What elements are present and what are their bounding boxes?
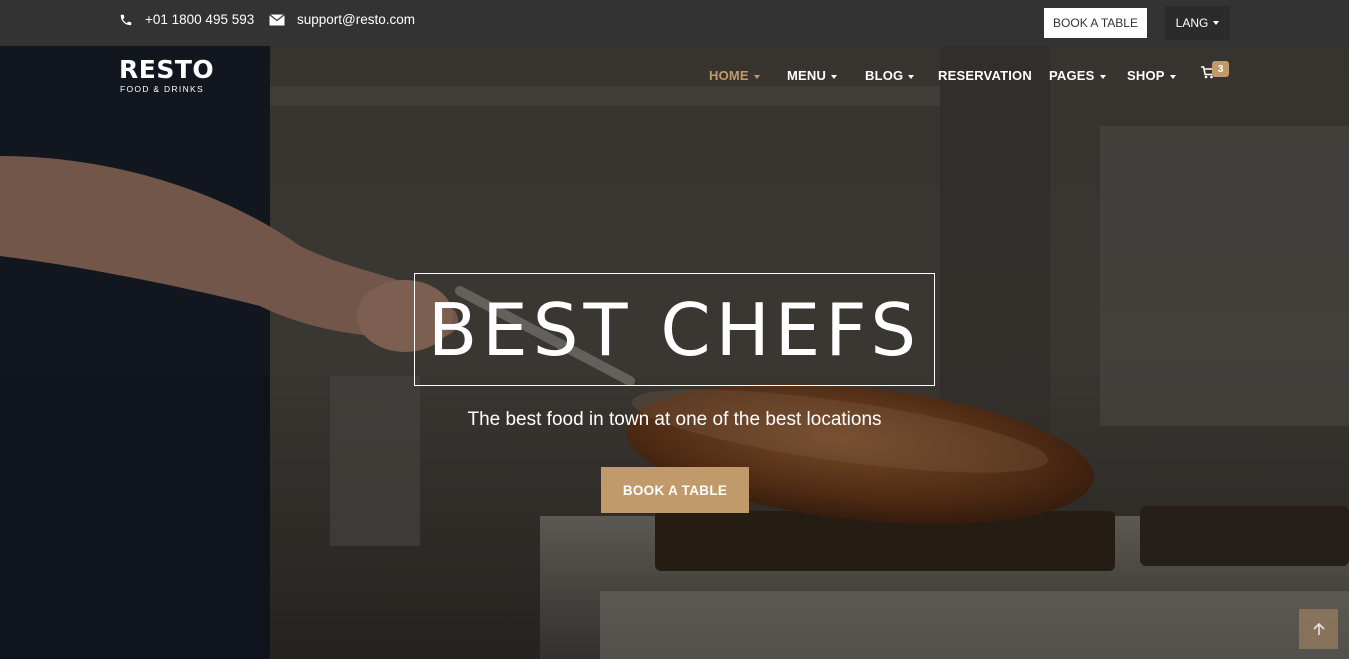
main-nav: HOME MENU BLOG RESERVATION PAGES SHOP <box>0 68 1349 88</box>
arrow-up-icon <box>1312 622 1325 635</box>
hero-subline: The best food in town at one of the best… <box>467 409 882 430</box>
phone-number: +01 1800 495 593 <box>145 12 255 27</box>
hero-book-table-label: BOOK A TABLE <box>622 482 728 498</box>
language-dropdown[interactable]: LANG <box>1165 6 1230 40</box>
nav-item-menu[interactable]: MENU <box>787 68 838 83</box>
envelope-icon <box>269 13 285 25</box>
nav-item-pages[interactable]: PAGES <box>1049 68 1106 83</box>
scroll-to-top-button[interactable] <box>1299 609 1338 649</box>
top-bar: +01 1800 495 593 support@resto.com BOOK … <box>0 0 1349 46</box>
hero-book-table-button[interactable]: BOOK A TABLE <box>601 467 749 513</box>
nav-item-blog[interactable]: BLOG <box>865 68 915 83</box>
nav-item-reservation[interactable]: RESERVATION <box>938 68 1032 83</box>
nav-item-label: SHOP <box>1127 68 1165 83</box>
nav-item-label: RESERVATION <box>938 68 1032 83</box>
email-address: support@resto.com <box>297 12 415 27</box>
hero-section: RESTO FOOD & DRINKS HOME MENU BLOG RESER… <box>0 46 1349 659</box>
language-label: LANG <box>1175 16 1209 30</box>
nav-item-shop[interactable]: SHOP <box>1127 68 1176 83</box>
topbar-book-table-button[interactable]: BOOK A TABLE <box>1044 8 1147 38</box>
chevron-down-icon <box>908 74 915 79</box>
chevron-down-icon <box>1169 74 1176 79</box>
contact-email[interactable]: support@resto.com <box>269 12 415 27</box>
nav-item-label: BLOG <box>865 68 904 83</box>
chevron-down-icon <box>1099 74 1106 79</box>
nav-item-label: MENU <box>787 68 827 83</box>
nav-item-label: HOME <box>709 68 749 83</box>
cart-count-badge: 3 <box>1212 61 1229 77</box>
nav-item-label: PAGES <box>1049 68 1095 83</box>
chevron-down-icon <box>831 74 838 79</box>
chevron-down-icon <box>1213 21 1220 25</box>
contact-phone[interactable]: +01 1800 495 593 <box>119 12 254 27</box>
headline-frame: BEST CHEFS <box>414 273 935 386</box>
phone-icon <box>120 14 132 25</box>
topbar-book-table-label: BOOK A TABLE <box>1053 16 1138 30</box>
hero-headline: BEST CHEFS <box>427 287 922 372</box>
chevron-down-icon <box>753 74 760 79</box>
nav-item-home[interactable]: HOME <box>709 68 760 83</box>
